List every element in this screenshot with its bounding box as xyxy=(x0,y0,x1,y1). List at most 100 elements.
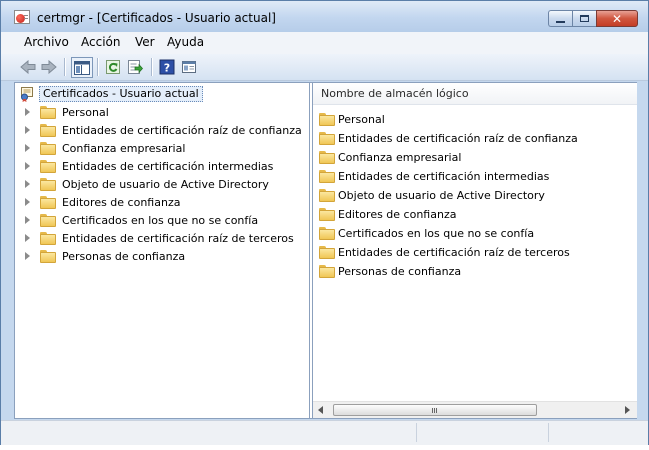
list-item-label: Personal xyxy=(338,112,385,126)
folder-icon xyxy=(40,123,56,137)
folder-icon xyxy=(319,169,335,183)
folder-icon xyxy=(40,231,56,245)
list-item[interactable]: Certificados en los que no se confía xyxy=(319,225,534,241)
tree-item-label: Personas de confianza xyxy=(62,249,186,263)
list-item-label: Personas de confianza xyxy=(338,264,462,278)
mmc-window: certmgr - [Certificados - Usuario actual… xyxy=(0,0,649,445)
tree-item-label: Certificados en los que no se confía xyxy=(62,213,259,227)
expand-arrow-icon[interactable] xyxy=(25,162,30,170)
tree-pane[interactable]: Certificados - Usuario actual Personal En… xyxy=(15,83,310,418)
certificates-root-icon xyxy=(21,87,33,102)
expand-arrow-icon[interactable] xyxy=(25,234,30,242)
expand-arrow-icon[interactable] xyxy=(25,144,30,152)
tree-item-label: Editores de confianza xyxy=(62,195,181,209)
console-content: Certificados - Usuario actual Personal En… xyxy=(14,82,637,419)
folder-icon xyxy=(319,226,335,240)
folder-icon xyxy=(40,105,56,119)
list-item-label: Editores de confianza xyxy=(338,207,457,221)
scroll-right-icon[interactable] xyxy=(625,406,630,414)
tree-item-label: Personal xyxy=(62,105,109,119)
folder-icon xyxy=(40,249,56,263)
maximize-button[interactable] xyxy=(572,10,596,27)
minimize-icon xyxy=(556,20,565,23)
tree-item[interactable]: Confianza empresarial xyxy=(25,140,185,156)
close-icon: ✕ xyxy=(611,11,623,26)
folder-icon xyxy=(319,245,335,259)
status-panel-2 xyxy=(548,423,629,442)
svg-text:?: ? xyxy=(164,62,170,75)
tree-item-label: Objeto de usuario de Active Directory xyxy=(62,177,269,191)
tree-item[interactable]: Objeto de usuario de Active Directory xyxy=(25,176,269,192)
list-item-label: Certificados en los que no se confía xyxy=(338,226,535,240)
scrollbar-grip-icon xyxy=(432,408,437,413)
tree-item[interactable]: Personas de confianza xyxy=(25,248,185,264)
expand-arrow-icon[interactable] xyxy=(25,108,30,116)
status-bar xyxy=(1,420,648,445)
refresh-button[interactable] xyxy=(103,57,123,77)
expand-arrow-icon[interactable] xyxy=(25,198,30,206)
tree-item[interactable]: Personal xyxy=(25,104,109,120)
tree-item[interactable]: Entidades de certificación raíz de terce… xyxy=(25,230,294,246)
back-icon xyxy=(20,60,36,74)
toolbar: ? xyxy=(1,54,648,81)
forward-icon xyxy=(41,60,57,74)
properties-icon xyxy=(182,61,196,73)
tree-item[interactable]: Certificados en los que no se confía xyxy=(25,212,258,228)
tree-item[interactable]: Entidades de certificación intermedias xyxy=(25,158,273,174)
column-header-label: Nombre de almacén lógico xyxy=(321,87,469,100)
expand-arrow-icon[interactable] xyxy=(25,252,30,260)
tree-root-label: Certificados - Usuario actual xyxy=(39,86,203,102)
menu-ayuda[interactable]: Ayuda xyxy=(167,35,204,49)
properties-button[interactable] xyxy=(179,57,199,77)
scrollbar-thumb[interactable] xyxy=(333,404,537,416)
back-button[interactable] xyxy=(18,57,38,77)
column-header-nombre[interactable]: Nombre de almacén lógico xyxy=(313,83,637,105)
folder-icon xyxy=(40,195,56,209)
horizontal-scrollbar[interactable] xyxy=(313,401,637,418)
refresh-icon xyxy=(106,60,120,74)
close-button[interactable]: ✕ xyxy=(596,10,638,27)
list-item[interactable]: Confianza empresarial xyxy=(319,149,461,165)
list-item-label: Confianza empresarial xyxy=(338,150,462,164)
help-button[interactable]: ? xyxy=(157,57,177,77)
menu-archivo[interactable]: Archivo xyxy=(24,35,69,49)
list-item-label: Objeto de usuario de Active Directory xyxy=(338,188,545,202)
tree-item-label: Entidades de certificación raíz de confi… xyxy=(62,123,302,137)
list-item[interactable]: Entidades de certificación raíz de confi… xyxy=(319,130,578,146)
menu-ver[interactable]: Ver xyxy=(135,35,155,49)
folder-icon xyxy=(319,112,335,126)
expand-arrow-icon[interactable] xyxy=(25,126,30,134)
tree-root-item[interactable]: Certificados - Usuario actual xyxy=(19,86,203,102)
certmgr-app-icon[interactable] xyxy=(14,10,30,24)
status-panel-1 xyxy=(416,423,547,442)
tree-item[interactable]: Entidades de certificación raíz de confi… xyxy=(25,122,302,138)
forward-button[interactable] xyxy=(39,57,59,77)
folder-icon xyxy=(319,188,335,202)
tree-item-label: Entidades de certificación raíz de terce… xyxy=(62,231,294,245)
list-item[interactable]: Editores de confianza xyxy=(319,206,456,222)
list-item-label: Entidades de certificación raíz de terce… xyxy=(338,245,570,259)
list-item[interactable]: Entidades de certificación intermedias xyxy=(319,168,549,184)
list-item[interactable]: Entidades de certificación raíz de terce… xyxy=(319,244,570,260)
title-bar[interactable]: certmgr - [Certificados - Usuario actual… xyxy=(1,1,648,32)
export-list-icon xyxy=(128,60,143,74)
expand-arrow-icon[interactable] xyxy=(25,180,30,188)
list-pane[interactable]: Nombre de almacén lógico Personal Entidad… xyxy=(312,83,637,418)
menu-bar: Archivo Acción Ver Ayuda xyxy=(1,32,648,55)
export-list-button[interactable] xyxy=(125,57,145,77)
maximize-icon xyxy=(580,15,589,22)
menu-accion[interactable]: Acción xyxy=(81,35,120,49)
folder-icon xyxy=(319,131,335,145)
show-hide-tree-icon xyxy=(74,60,90,75)
list-item-label: Entidades de certificación intermedias xyxy=(338,169,550,183)
expand-arrow-icon[interactable] xyxy=(25,216,30,224)
minimize-button[interactable] xyxy=(548,10,572,27)
window-title: certmgr - [Certificados - Usuario actual… xyxy=(37,11,276,25)
scroll-left-icon[interactable] xyxy=(318,406,323,414)
folder-icon xyxy=(40,141,56,155)
list-item[interactable]: Personal xyxy=(319,111,385,127)
list-item[interactable]: Objeto de usuario de Active Directory xyxy=(319,187,545,203)
show-hide-tree-button[interactable] xyxy=(71,57,93,78)
tree-item[interactable]: Editores de confianza xyxy=(25,194,180,210)
list-item[interactable]: Personas de confianza xyxy=(319,263,461,279)
